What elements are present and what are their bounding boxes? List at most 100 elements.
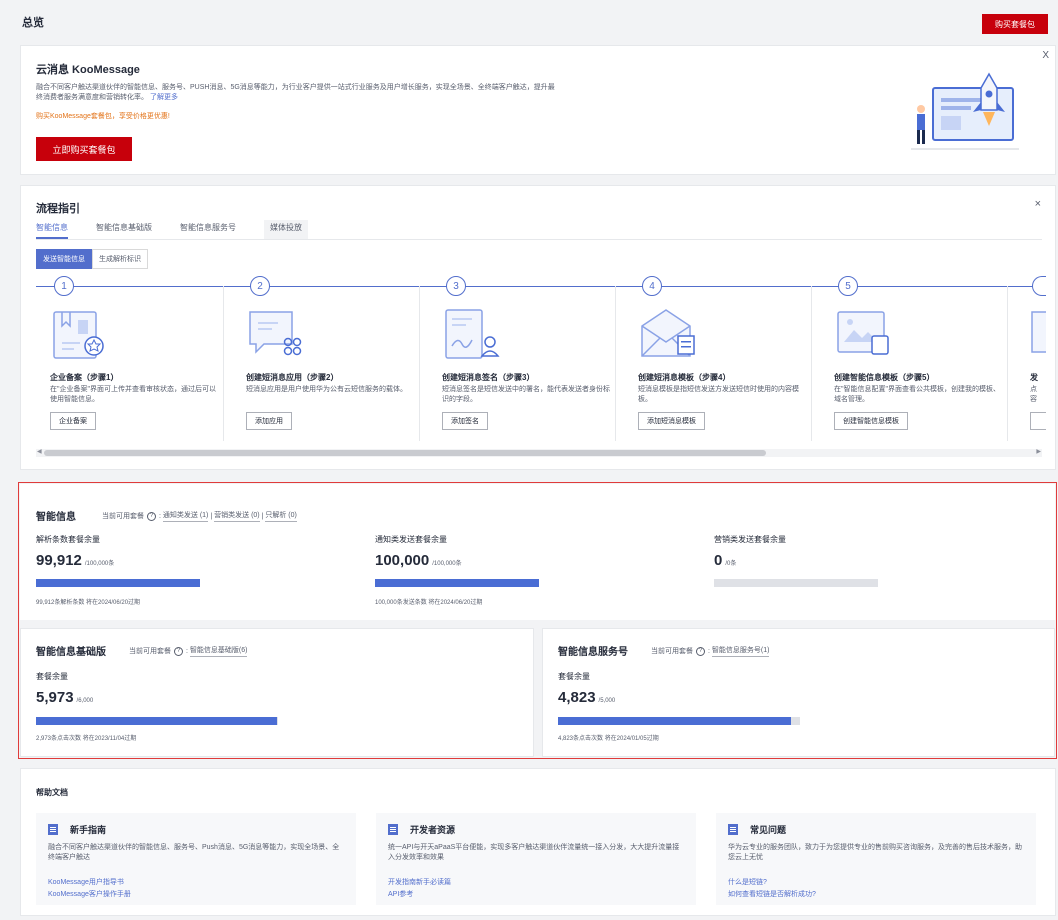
step-card: 5 创建智能信息模板（步骤5） 在"智能信息配置"界面查看公共模板，创建我的模板… <box>820 276 1008 441</box>
package-marketing[interactable]: 营销类发送 (0) <box>214 510 260 522</box>
help-link[interactable]: API参考 <box>388 889 413 899</box>
package-notify[interactable]: 通知类发送 (1) <box>162 510 209 522</box>
step-icon-partial <box>1031 311 1046 353</box>
help-box-developer: 开发者资源 统一API与开天aPaaS平台便能，实现多客户触达渠道伙伴流量统一接… <box>376 813 696 905</box>
step-number: 2 <box>250 276 270 296</box>
page-header: 总览 购买套餐包 <box>0 0 1058 44</box>
quota-value: 5,973/6,000 <box>36 689 94 706</box>
help-docs-title: 帮助文档 <box>36 788 68 797</box>
step-title: 创建短消息模板（步骤4） <box>638 373 731 382</box>
step-number: 4 <box>642 276 662 296</box>
banner-promo-text: 购买KooMessage套餐包，享受价格更优惠! <box>36 113 170 120</box>
scroll-right-icon[interactable]: ▶ <box>1036 448 1041 455</box>
quota-expiry: 99,912条解析条数 将在2024/06/20过期 <box>36 600 141 606</box>
learn-more-link[interactable]: 了解更多 <box>150 94 178 101</box>
smart-message-quota-card: 智能信息 当前可用套餐 ?: 通知类发送 (1) | 营销类发送 (0) | 只… <box>20 484 1055 620</box>
step-divider <box>615 286 616 441</box>
step-divider <box>223 286 224 441</box>
flow-guide-title: 流程指引 <box>36 203 80 215</box>
horizontal-scrollbar[interactable]: ◀ ▶ <box>36 449 1042 457</box>
step-title: 创建智能信息模板（步骤5） <box>834 373 935 382</box>
help-link[interactable]: 开发指南新手必读篇 <box>388 877 451 887</box>
package-service[interactable]: 智能信息服务号(1) <box>711 645 770 657</box>
package-basic[interactable]: 智能信息基础版(6) <box>189 645 248 657</box>
help-link[interactable]: 什么是短链? <box>728 877 767 887</box>
step-title: 企业备案（步骤1） <box>50 373 119 382</box>
step-card: 1 企业备案（步骤1） 在"企业备案"界面可上传并查看审核状态，通过后可以使用智… <box>36 276 224 441</box>
help-box-description: 统一API与开天aPaaS平台便能，实现多客户触达渠道伙伴流量统一接入分发，大大… <box>388 844 680 861</box>
step-title: 创建短消息应用（步骤2） <box>246 373 339 382</box>
quota-value: 4,823/5,000 <box>558 689 616 706</box>
enterprise-record-button[interactable]: 企业备案 <box>50 412 96 430</box>
help-link[interactable]: 如何查看短链是否解析成功? <box>728 889 816 899</box>
sms-app-icon <box>249 311 302 356</box>
tab-media-delivery[interactable]: 媒体投放 <box>264 220 308 239</box>
sms-signature-icon <box>445 309 500 359</box>
add-app-button[interactable]: 添加应用 <box>246 412 292 430</box>
enterprise-record-icon <box>53 311 104 359</box>
steps-track: 1 企业备案（步骤1） 在"企业备案"界面可上传并查看审核状态，通过后可以使用智… <box>36 276 1046 441</box>
buy-package-button[interactable]: 购买套餐包 <box>982 14 1048 34</box>
segment-send-smart-message[interactable]: 发送智能信息 <box>36 249 92 269</box>
package-parse-only[interactable]: 只解析 (0) <box>265 510 297 522</box>
quota-title: 智能信息基础版 <box>36 647 106 658</box>
quota-progress-bar <box>375 579 539 587</box>
tab-smart-message[interactable]: 智能信息 <box>36 222 68 239</box>
flow-segment-control: 发送智能信息 生成解析标识 <box>36 249 148 269</box>
scrollbar-thumb[interactable] <box>44 450 766 456</box>
help-icon[interactable]: ? <box>174 646 183 656</box>
tab-smart-message-basic[interactable]: 智能信息基础版 <box>96 222 152 239</box>
step-description: 短消息签名是短信发送中的署名，能代表发送者身份标识的字段。 <box>442 386 610 403</box>
flow-guide-panel: 流程指引 × 智能信息 智能信息基础版 智能信息服务号 媒体投放 发送智能信息 … <box>20 185 1056 470</box>
quota-expiry: 100,000条发送条数 将在2024/06/20过期 <box>375 600 483 606</box>
help-link[interactable]: KooMessage客户操作手册 <box>48 889 131 899</box>
help-box-description: 华为云专业的服务团队，致力于为您提供专业的售前购买咨询服务，及完善的售后技术服务… <box>728 844 1022 861</box>
quota-value: 100,000/100,000条 <box>375 552 462 569</box>
step-description: 在"智能信息配置"界面查看公共模板，创建我的模板、域名管理。 <box>834 386 1000 403</box>
segment-generate-parse-id[interactable]: 生成解析标识 <box>92 249 148 269</box>
smart-message-service-quota-card: 智能信息服务号 当前可用套餐 ?: 智能信息服务号(1) 套餐余量 4,823/… <box>542 628 1055 757</box>
step-button-partial[interactable] <box>1030 412 1046 430</box>
step-divider <box>419 286 420 441</box>
scroll-left-icon[interactable]: ◀ <box>37 448 42 455</box>
page-title: 总览 <box>22 17 44 29</box>
rocket-illustration <box>911 72 1019 150</box>
smart-message-basic-quota-card: 智能信息基础版 当前可用套餐 ?: 智能信息基础版(6) 套餐余量 5,973/… <box>20 628 534 757</box>
banner-close-icon[interactable]: X <box>1042 50 1049 61</box>
quota-label: 营销类发送套餐余量 <box>714 535 786 544</box>
step-description: 短消息模板是指短信发送方发送短信时使用的内容模板。 <box>638 386 799 403</box>
quota-label: 套餐余量 <box>36 672 68 681</box>
tab-smart-message-service[interactable]: 智能信息服务号 <box>180 222 236 239</box>
document-icon <box>728 824 738 835</box>
quota-expiry: 4,823条点击次数 将在2024/01/05过期 <box>558 736 659 742</box>
add-sms-template-button[interactable]: 添加短消息模板 <box>638 412 705 430</box>
quota-label: 解析条数套餐余量 <box>36 535 100 544</box>
flow-tabs: 智能信息 智能信息基础版 智能信息服务号 媒体投放 <box>36 220 1042 240</box>
quota-available-packages: 当前可用套餐 ?: 智能信息基础版(6) <box>129 645 248 657</box>
banner-title: 云消息 KooMessage <box>36 64 140 76</box>
step-card: 2 创建短消息应用（步骤2） 短消息应用是用户使用华为公有云短信服务的载体。 添… <box>232 276 420 441</box>
quota-available-packages: 当前可用套餐 ?: 智能信息服务号(1) <box>651 645 770 657</box>
koomessage-banner: 云消息 KooMessage 融合不同客户触达渠道伙伴的智能信息、服务号、PUS… <box>20 45 1056 175</box>
create-smart-template-button[interactable]: 创建智能信息模板 <box>834 412 908 430</box>
quota-progress-bar <box>36 717 278 725</box>
quota-title: 智能信息 <box>36 512 76 523</box>
step-number <box>1032 276 1046 296</box>
help-icon[interactable]: ? <box>696 646 705 656</box>
step-title: 创建短消息签名（步骤3） <box>442 373 535 382</box>
quota-progress-bar <box>558 717 800 725</box>
flow-close-icon[interactable]: × <box>1035 198 1041 210</box>
buy-now-button[interactable]: 立即购买套餐包 <box>36 137 132 161</box>
step-number: 5 <box>838 276 858 296</box>
banner-description: 融合不同客户触达渠道伙伴的智能信息、服务号、PUSH消息、5G消息等能力，为行业… <box>36 84 555 101</box>
quota-title: 智能信息服务号 <box>558 647 628 658</box>
add-signature-button[interactable]: 添加签名 <box>442 412 488 430</box>
quota-value: 0/0条 <box>714 552 737 569</box>
step-description: 在"企业备案"界面可上传并查看审核状态，通过后可以使用智能信息。 <box>50 386 216 403</box>
document-icon <box>388 824 398 835</box>
help-icon[interactable]: ? <box>147 511 156 521</box>
quota-expiry: 2,973条点击次数 将在2023/11/04过期 <box>36 736 137 742</box>
step-divider <box>811 286 812 441</box>
sms-template-icon <box>641 309 695 357</box>
help-link[interactable]: KooMessage用户指导书 <box>48 877 124 887</box>
